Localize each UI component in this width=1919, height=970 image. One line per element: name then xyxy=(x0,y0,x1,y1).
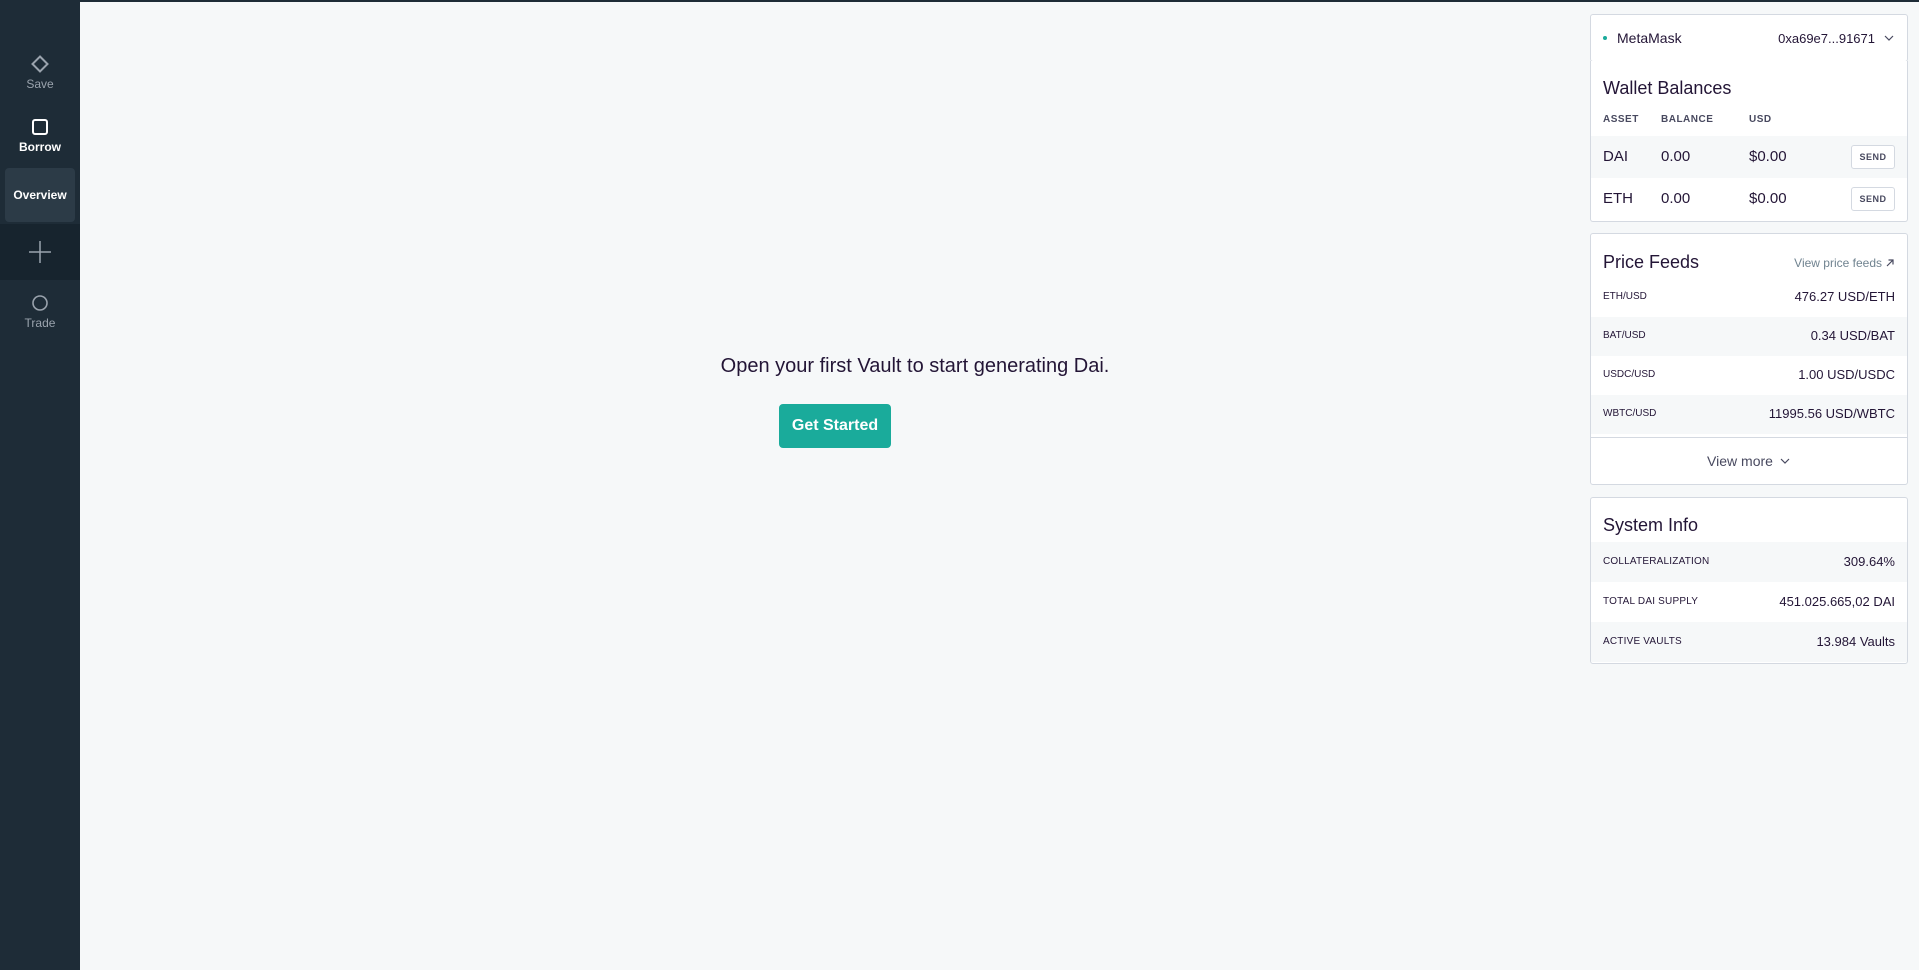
sidebar-item-save[interactable]: Save xyxy=(0,50,80,96)
asset-symbol: ETH xyxy=(1603,190,1633,207)
list-item: BAT/USD 0.34 USD/BAT xyxy=(1591,317,1907,356)
wallet-balances-card: Wallet Balances ASSET BALANCE USD DAI 0.… xyxy=(1590,61,1908,222)
price-value: 11995.56 USD/WBTC xyxy=(1768,406,1895,421)
column-header-asset: ASSET xyxy=(1603,114,1639,125)
price-pair: WBTC/USD xyxy=(1603,408,1657,419)
card-title: Price Feeds xyxy=(1603,252,1700,272)
price-feeds-card: Price Feeds View price feeds ETH/USD 476… xyxy=(1590,233,1908,485)
list-item: ETH/USD 476.27 USD/ETH xyxy=(1591,278,1907,317)
sidebar-item-trade[interactable]: Trade xyxy=(0,288,80,336)
get-started-button[interactable]: Get Started xyxy=(779,404,891,448)
table-row: DAI 0.00 $0.00 SEND xyxy=(1591,136,1907,178)
asset-usd: $0.00 xyxy=(1749,148,1787,165)
list-item: USDC/USD 1.00 USD/USDC xyxy=(1591,356,1907,395)
asset-symbol: DAI xyxy=(1603,148,1629,165)
account-selector[interactable]: MetaMask 0xa69e7...91671 xyxy=(1590,14,1908,62)
asset-balance: 0.00 xyxy=(1661,148,1691,165)
price-value: 0.34 USD/BAT xyxy=(1810,328,1895,343)
system-info-card: System Info COLLATERALIZATION 309.64% TO… xyxy=(1590,497,1908,664)
empty-state-message: Open your first Vault to start generatin… xyxy=(720,355,1110,377)
diamond-icon xyxy=(31,55,49,73)
chevron-down-icon xyxy=(1780,458,1790,464)
status-dot-icon xyxy=(1603,36,1607,40)
info-value: 13.984 Vaults xyxy=(1816,634,1895,649)
list-item: TOTAL DAI SUPPLY 451.025.665,02 DAI xyxy=(1591,582,1907,622)
top-border xyxy=(0,0,1919,2)
sidebar-item-label: Save xyxy=(26,77,54,91)
price-pair: USDC/USD xyxy=(1603,369,1656,380)
info-value: 451.025.665,02 DAI xyxy=(1779,594,1895,609)
plus-icon xyxy=(29,241,51,263)
send-dai-button[interactable]: SEND xyxy=(1851,145,1895,169)
asset-balance: 0.00 xyxy=(1661,190,1691,207)
asset-usd: $0.00 xyxy=(1749,190,1787,207)
wallet-name: MetaMask xyxy=(1617,30,1682,46)
view-more-label: View more xyxy=(1707,453,1773,469)
sidebar-item-label: Trade xyxy=(24,316,56,330)
square-icon xyxy=(32,119,48,135)
wallet-address: 0xa69e7...91671 xyxy=(1778,30,1875,46)
list-item: ACTIVE VAULTS 13.984 Vaults xyxy=(1591,622,1907,662)
info-key: COLLATERALIZATION xyxy=(1603,556,1710,567)
external-link-icon xyxy=(1886,259,1894,267)
link-label: View price feeds xyxy=(1794,256,1882,270)
column-header-balance: BALANCE xyxy=(1661,114,1714,125)
column-header-usd: USD xyxy=(1749,114,1772,125)
circle-icon xyxy=(32,295,48,311)
price-value: 1.00 USD/USDC xyxy=(1798,367,1895,382)
info-key: ACTIVE VAULTS xyxy=(1603,636,1682,647)
sidebar-item-label: Overview xyxy=(13,188,67,202)
send-eth-button[interactable]: SEND xyxy=(1851,187,1895,211)
view-price-feeds-link[interactable]: View price feeds xyxy=(1794,256,1895,270)
list-item: WBTC/USD 11995.56 USD/WBTC xyxy=(1591,395,1907,434)
sidebar-item-overview[interactable]: Overview xyxy=(5,168,75,222)
info-value: 309.64% xyxy=(1843,554,1895,569)
info-key: TOTAL DAI SUPPLY xyxy=(1603,596,1699,607)
sidebar-item-borrow[interactable]: Borrow xyxy=(0,112,80,160)
sidebar-nav: Save Borrow Overview Trade xyxy=(0,2,80,970)
sidebar-item-label: Borrow xyxy=(19,140,61,154)
price-value: 476.27 USD/ETH xyxy=(1794,289,1895,304)
view-more-button[interactable]: View more xyxy=(1591,437,1907,484)
card-title: System Info xyxy=(1603,515,1699,535)
table-row: ETH 0.00 $0.00 SEND xyxy=(1591,178,1907,220)
list-item: COLLATERALIZATION 309.64% xyxy=(1591,542,1907,582)
add-vault-button[interactable] xyxy=(0,224,80,280)
chevron-down-icon xyxy=(1884,35,1894,41)
card-title: Wallet Balances xyxy=(1603,78,1732,98)
price-pair: BAT/USD xyxy=(1603,330,1646,341)
price-pair: ETH/USD xyxy=(1603,291,1647,302)
